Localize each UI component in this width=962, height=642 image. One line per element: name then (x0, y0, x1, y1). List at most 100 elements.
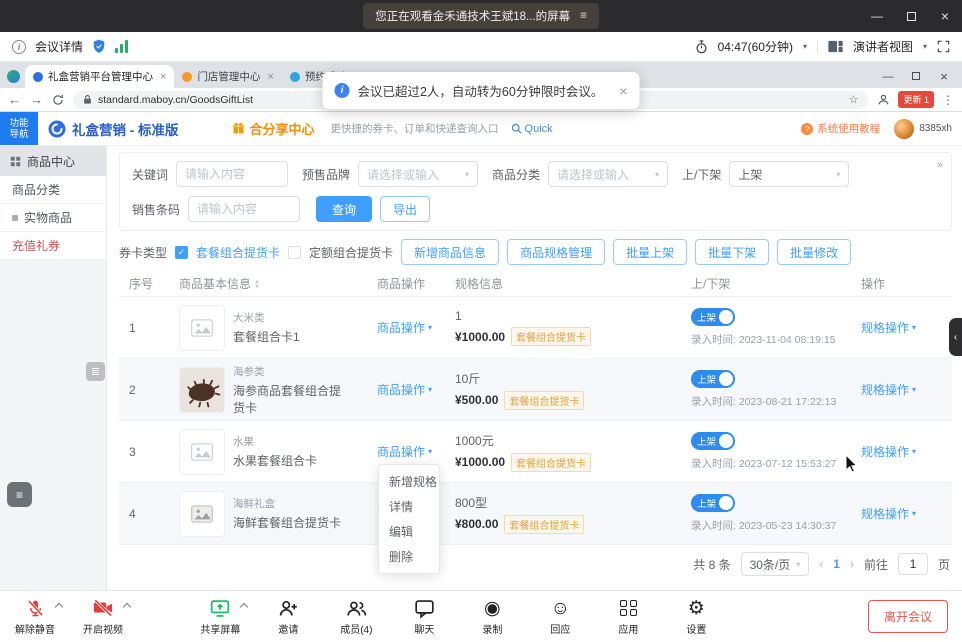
watching-banner: 您正在观看金禾通技术王斌18...的屏幕 ≡ (363, 3, 599, 29)
spec-operate-link[interactable]: 规格操作▾ (861, 505, 916, 522)
chat-control[interactable]: 聊天 (403, 598, 445, 636)
product-operate-link-open[interactable]: 商品操作▾ (377, 443, 432, 460)
share-screen-control[interactable]: 共享屏幕 (199, 598, 241, 636)
menu-item-details[interactable]: 详情 (379, 494, 439, 519)
action-cell: 规格操作▾ (855, 505, 952, 522)
batch-off-shelf-button[interactable]: 批量下架 (695, 239, 769, 265)
unmute-control[interactable]: 解除静音 (14, 598, 56, 636)
back-icon[interactable]: ← (8, 93, 21, 106)
batch-on-shelf-button[interactable]: 批量上架 (613, 239, 687, 265)
browser-tab-active[interactable]: 礼盒营销平台管理中心 × (25, 65, 174, 88)
menu-item-delete[interactable]: 删除 (379, 544, 439, 569)
sidebar-item-label: 商品分类 (12, 181, 60, 198)
browser-maximize-button[interactable] (902, 71, 930, 83)
browser-tab[interactable]: 门店管理中心 × (174, 65, 281, 88)
spec-manage-button[interactable]: 商品规格管理 (507, 239, 605, 265)
view-mode-selector[interactable]: 演讲者视图 (853, 38, 913, 55)
invite-control[interactable]: 邀请 (267, 598, 309, 636)
next-page-icon[interactable]: › (850, 557, 854, 571)
barcode-input[interactable] (188, 196, 300, 222)
tab-close-icon[interactable]: × (160, 71, 166, 83)
category-select[interactable]: 请选择或输入 ▾ (548, 161, 668, 187)
spec-tag: 套餐组合提货卡 (504, 391, 584, 410)
page-size-select[interactable]: 30条/页 ▾ (741, 552, 810, 576)
forward-icon[interactable]: → (30, 93, 43, 106)
chevron-down-icon: ▾ (428, 323, 432, 332)
timer-chevron-icon[interactable]: ▾ (803, 42, 807, 51)
meeting-details-link[interactable]: 会议详情 (35, 38, 83, 55)
sort-icon[interactable]: ▲▼ (254, 280, 260, 290)
user-menu[interactable]: 8385xh (894, 119, 952, 139)
profile-icon[interactable] (877, 93, 890, 106)
menu-item-add-spec[interactable]: 新增规格 (379, 469, 439, 494)
mic-options-chevron-icon[interactable] (55, 602, 63, 610)
video-options-chevron-icon[interactable] (123, 602, 131, 610)
brand-select[interactable]: 请选择或输入 ▾ (358, 161, 478, 187)
add-product-button[interactable]: 新增商品信息 (401, 239, 499, 265)
spec-operate-link[interactable]: 规格操作▾ (861, 319, 916, 336)
spec-operate-link[interactable]: 规格操作▾ (861, 381, 916, 398)
reaction-control[interactable]: ☺ 回应 (539, 598, 581, 636)
sidebar-item-goods-category[interactable]: 商品分类 (0, 176, 106, 204)
more-menu-icon[interactable]: ⋮ (942, 93, 954, 107)
combo-card-checkbox[interactable]: ✓ (175, 246, 188, 259)
fixed-card-checkbox[interactable] (288, 246, 301, 259)
product-operate-link[interactable]: 商品操作▾ (377, 381, 432, 398)
update-badge[interactable]: 更新 1 (898, 91, 934, 108)
browser-logo-icon[interactable] (7, 70, 20, 83)
shelf-label: 上/下架 (682, 166, 721, 183)
apps-control[interactable]: 应用 (607, 598, 649, 636)
quick-search-link[interactable]: Quick (511, 123, 553, 135)
close-button[interactable]: × (928, 0, 962, 32)
collapse-panel-icon[interactable]: » (937, 159, 943, 171)
tutorial-link[interactable]: ? 系统使用教程 (801, 121, 880, 136)
spec-operate-link[interactable]: 规格操作▾ (861, 443, 916, 460)
export-button[interactable]: 导出 (380, 196, 430, 222)
reload-icon[interactable] (52, 94, 64, 106)
current-page[interactable]: 1 (833, 557, 840, 571)
keyword-input[interactable] (176, 161, 288, 187)
chevron-down-icon: ▾ (912, 323, 916, 332)
record-control[interactable]: ◉ 录制 (471, 598, 513, 636)
minimize-button[interactable]: — (860, 0, 894, 32)
shelf-toggle[interactable]: 上架 (691, 370, 735, 388)
menu-item-edit[interactable]: 编辑 (379, 519, 439, 544)
product-meta: 大米类 套餐组合卡1 (233, 310, 300, 345)
members-control[interactable]: 成员(4) (335, 598, 377, 636)
goto-page-input[interactable] (898, 553, 928, 575)
sidebar-item-label: 充值礼券 (12, 237, 60, 254)
product-operate-link[interactable]: 商品操作▾ (377, 319, 432, 336)
floating-chat-icon[interactable]: ≡ (7, 482, 32, 507)
shelf-select[interactable]: 上架 ▾ (729, 161, 849, 187)
category-label: 商品分类 (492, 166, 540, 183)
sidebar-section-goods-center[interactable]: 商品中心 (0, 146, 106, 176)
banner-menu-icon[interactable]: ≡ (580, 10, 587, 22)
shelf-toggle[interactable]: 上架 (691, 432, 735, 450)
bookmark-star-icon[interactable]: ☆ (849, 93, 859, 106)
browser-close-button[interactable]: × (930, 69, 958, 84)
search-button[interactable]: 查询 (316, 196, 372, 222)
shelf-toggle[interactable]: 上架 (691, 308, 735, 326)
share-center-link[interactable]: 合分享中心 (231, 119, 315, 138)
function-nav-box[interactable]: 功能 导航 (0, 112, 38, 145)
share-options-chevron-icon[interactable] (240, 602, 248, 610)
view-mode-chevron-icon[interactable]: ▾ (923, 42, 927, 51)
share-center-label: 合分享中心 (250, 119, 315, 138)
batch-edit-button[interactable]: 批量修改 (777, 239, 851, 265)
sidebar-item-physical-goods[interactable]: 实物商品 (0, 204, 106, 232)
toast-close-icon[interactable]: × (619, 83, 627, 99)
maximize-icon (907, 12, 916, 21)
tab-close-icon[interactable]: × (267, 71, 273, 83)
drag-grip-icon[interactable]: ≣ (86, 362, 105, 381)
sidebar-item-recharge-coupon[interactable]: 充值礼券 (0, 232, 106, 260)
fullscreen-icon[interactable] (937, 40, 950, 53)
settings-control[interactable]: ⚙ 设置 (675, 598, 717, 636)
maximize-button[interactable] (894, 0, 928, 32)
side-panel-handle[interactable]: ‹ (949, 318, 962, 356)
shelf-toggle[interactable]: 上架 (691, 494, 735, 512)
toggle-knob (719, 310, 733, 324)
start-video-control[interactable]: 开启视频 (82, 598, 124, 636)
leave-meeting-button[interactable]: 离开会议 (868, 600, 948, 633)
prev-page-icon[interactable]: ‹ (819, 557, 823, 571)
browser-minimize-button[interactable]: — (874, 71, 902, 83)
